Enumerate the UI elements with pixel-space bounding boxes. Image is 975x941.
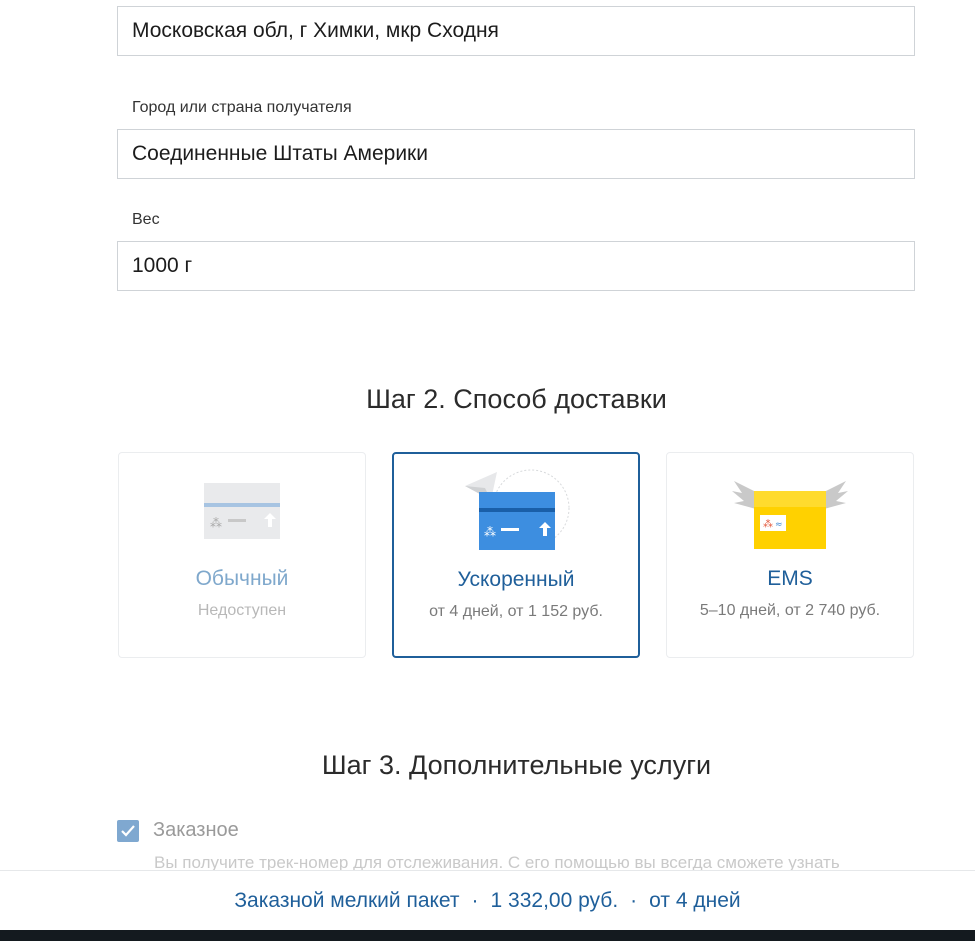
regular-parcel-icon: ⁂ [202, 475, 282, 544]
to-country-value: Соединенные Штаты Америки [132, 142, 428, 165]
delivery-option-ems[interactable]: ⁂ ≈ EMS 5–10 дней, от 2 740 руб. [666, 452, 914, 658]
svg-text:⁂: ⁂ [763, 518, 773, 530]
to-country-label: Город или страна получателя [132, 99, 352, 116]
weight-label: Вес [132, 211, 160, 228]
registered-checkbox[interactable] [117, 819, 139, 842]
from-address-field[interactable]: Московская обл, г Химки, мкр Сходня [117, 6, 915, 56]
summary-price: 1 332,00 руб. [490, 889, 619, 912]
delivery-option-sub: Недоступен [197, 602, 287, 619]
registered-option[interactable]: Заказное [117, 819, 239, 842]
check-icon [121, 824, 135, 837]
summary-separator: · [630, 889, 638, 912]
delivery-option-name: Обычный [195, 567, 289, 590]
step2-title: Шаг 2. Способ доставки [366, 384, 667, 414]
bottom-strip [0, 930, 975, 941]
svg-text:⁂: ⁂ [210, 516, 222, 530]
from-address-value: Московская обл, г Химки, мкр Сходня [132, 19, 499, 42]
delivery-option-name: Ускоренный [457, 568, 575, 591]
weight-value: 1000 г [132, 254, 193, 277]
summary-type: Заказной мелкий пакет [234, 889, 460, 912]
svg-text:≈: ≈ [775, 520, 783, 530]
delivery-option-sub: от 4 дней, от 1 152 руб. [429, 603, 603, 620]
express-parcel-icon: ⁂ [461, 466, 571, 555]
delivery-option-express[interactable]: ⁂ Ускоренный от 4 дней, от 1 152 руб. [392, 452, 640, 658]
ems-box-icon: ⁂ ≈ [732, 475, 848, 556]
summary-separator: · [471, 889, 479, 912]
delivery-option-sub: 5–10 дней, от 2 740 руб. [699, 602, 881, 619]
delivery-option-regular[interactable]: ⁂ Обычный Недоступен [118, 452, 366, 658]
to-country-field[interactable]: Соединенные Штаты Америки [117, 129, 915, 179]
delivery-option-name: EMS [767, 567, 813, 590]
step3-title: Шаг 3. Дополнительные услуги [321, 750, 712, 780]
order-summary-bar: Заказной мелкий пакет · 1 332,00 руб. · … [0, 870, 975, 931]
weight-field[interactable]: 1000 г [117, 241, 915, 291]
svg-text:⁂: ⁂ [484, 525, 496, 539]
registered-label: Заказное [153, 819, 239, 841]
summary-term: от 4 дней [649, 889, 741, 912]
